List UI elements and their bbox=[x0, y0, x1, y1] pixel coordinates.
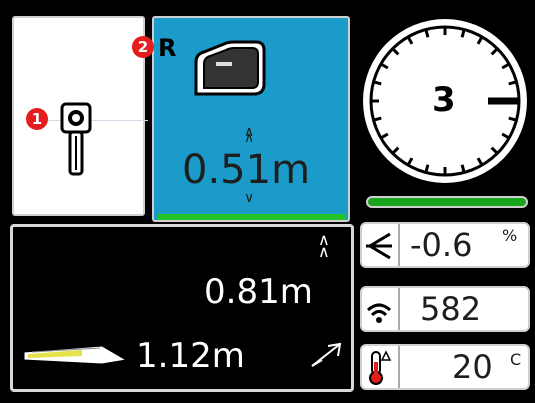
receiver-icon bbox=[194, 40, 266, 96]
pitch-unit: % bbox=[502, 226, 518, 245]
drill-string-icon bbox=[23, 345, 128, 365]
wifi-signal-icon bbox=[362, 288, 400, 330]
diagonal-arrow-icon bbox=[311, 342, 342, 367]
pitch-value: -0.6 bbox=[410, 226, 473, 264]
up-arrow-icon: ∧ ∧ bbox=[318, 230, 330, 261]
gauge-tick bbox=[424, 164, 430, 173]
gauge-tick bbox=[373, 80, 382, 86]
bottom-distance-value: 1.12m bbox=[136, 336, 245, 376]
mode-letter: R bbox=[158, 34, 177, 62]
gauge-tick bbox=[460, 164, 466, 173]
pitch-box: -0.6 % bbox=[360, 222, 530, 268]
temperature-value: 20 bbox=[452, 348, 493, 386]
temperature-box: 20 C bbox=[360, 344, 530, 390]
gauge-tick bbox=[460, 29, 466, 38]
roll-value: 3 bbox=[432, 80, 456, 120]
gauge-status-bar bbox=[366, 196, 528, 208]
thermometer-icon bbox=[362, 346, 400, 388]
temperature-unit: C bbox=[510, 350, 522, 369]
pitch-icon bbox=[362, 224, 400, 266]
signal-value: 582 bbox=[420, 290, 482, 328]
center-signal-bar bbox=[158, 214, 346, 220]
gauge-tick bbox=[373, 116, 382, 122]
center-depth-value: 0.51m bbox=[182, 147, 311, 193]
gauge-tick bbox=[508, 80, 517, 86]
signal-box: 582 bbox=[360, 286, 530, 332]
gauge-tick bbox=[508, 116, 517, 122]
down-arrow-icon: ∨ bbox=[244, 190, 255, 206]
gauge-tick bbox=[424, 29, 430, 38]
badge-2: 2 bbox=[132, 36, 154, 58]
bottom-depth-value: 0.81m bbox=[204, 272, 313, 312]
badge-1: 1 bbox=[26, 108, 48, 130]
probe-icon bbox=[60, 102, 92, 176]
